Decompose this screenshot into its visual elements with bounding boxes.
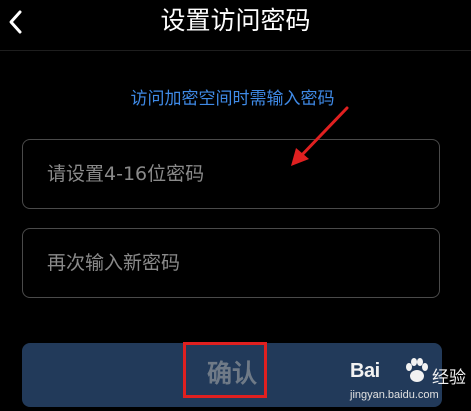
highlight-box [183, 342, 267, 398]
watermark-url: jingyan.baidu.com [350, 389, 439, 401]
password-field[interactable] [22, 139, 440, 209]
watermark-brand: Bai [350, 360, 380, 382]
password-input[interactable] [23, 140, 439, 208]
watermark-sub: 经验 [432, 368, 466, 388]
confirm-password-field[interactable] [22, 228, 440, 298]
watermark: Bai 经验 jingyan.baidu.com [350, 358, 470, 410]
confirm-password-input[interactable] [23, 229, 439, 297]
header-bar: 设置访问密码 [0, 0, 471, 51]
hint-text: 访问加密空间时需输入密码 [130, 89, 335, 109]
red-arrow-icon [291, 106, 349, 166]
page-title: 设置访问密码 [160, 6, 311, 35]
paw-icon [406, 358, 428, 382]
